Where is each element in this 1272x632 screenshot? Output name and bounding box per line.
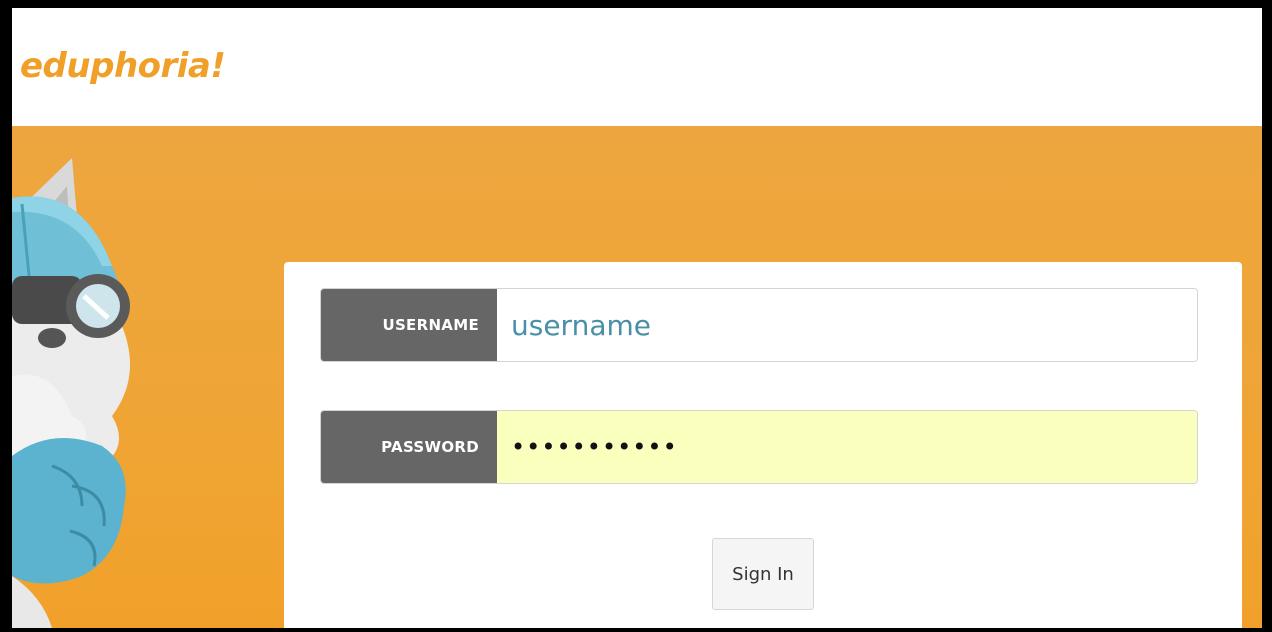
username-input[interactable] — [497, 289, 1197, 361]
login-panel: USERNAME PASSWORD Sign In — [284, 262, 1242, 628]
password-input[interactable] — [497, 411, 1197, 483]
eduphoria-logo[interactable]: eduphoria! — [20, 46, 226, 86]
password-label: PASSWORD — [321, 411, 497, 483]
hero-section: USERNAME PASSWORD Sign In — [12, 126, 1262, 628]
password-field-group: PASSWORD — [320, 410, 1198, 484]
page-frame: eduphoria! USERNAME username PASSWORD ••… — [12, 8, 1262, 628]
sign-in-button[interactable]: Sign In — [712, 538, 814, 610]
username-label: USERNAME — [321, 289, 497, 361]
header: eduphoria! — [12, 8, 1262, 126]
username-field-group: USERNAME — [320, 288, 1198, 362]
fox-mascot-icon — [12, 158, 130, 628]
